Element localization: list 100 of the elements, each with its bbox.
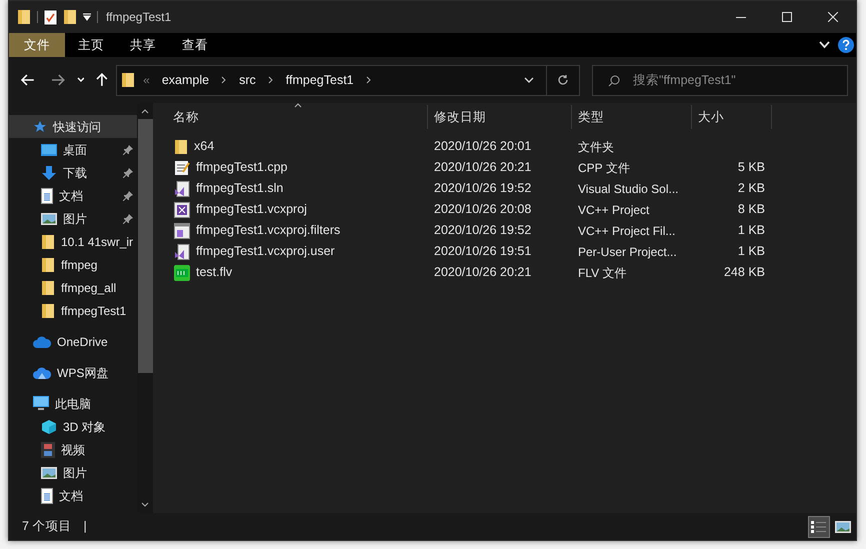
picture-icon xyxy=(41,212,57,224)
file-row[interactable]: ffmpegTest1.vcxproj.user 2020/10/26 19:51 Per-User Project... 1 KB xyxy=(156,241,856,262)
cube-icon xyxy=(41,418,57,434)
file-row[interactable]: ffmpegTest1.sln 2020/10/26 19:52 Visual Studio Sol... 2 KB xyxy=(156,178,856,199)
properties-icon[interactable] xyxy=(44,10,57,24)
breadcrumb[interactable]: example xyxy=(158,70,214,90)
nav-item[interactable]: 快速访问 xyxy=(9,115,137,138)
overflow-chevron[interactable]: « xyxy=(143,71,150,89)
user-file-icon xyxy=(174,244,190,260)
folder-icon xyxy=(41,302,55,318)
document-icon xyxy=(41,188,53,204)
nav-item[interactable]: 文档 xyxy=(9,484,137,507)
ribbon-tab[interactable]: 主页 xyxy=(65,33,117,57)
nav-label: 快速访问 xyxy=(53,118,102,136)
file-row[interactable]: x64 2020/10/26 20:01 文件夹 xyxy=(156,136,856,157)
nav-item[interactable]: 视频 xyxy=(9,438,137,461)
folder-icon xyxy=(17,9,31,25)
file-name: ffmpegTest1.vcxproj xyxy=(196,201,307,218)
file-row[interactable]: ffmpegTest1.cpp 2020/10/26 20:21 CPP 文件 5 KB xyxy=(156,157,856,178)
nav-item[interactable]: 图片 xyxy=(9,461,137,484)
nav-item[interactable]: 此电脑 xyxy=(9,392,137,415)
nav-label: 图片 xyxy=(63,464,88,482)
folder-icon xyxy=(121,72,136,88)
type-cell-text: Per-User Project... xyxy=(577,244,678,260)
size-cell-text: 248 KB xyxy=(724,264,765,282)
file-row[interactable]: ffmpegTest1.vcxproj.filters 2020/10/26 19:52 VC++ Project Fil... 1 KB xyxy=(156,220,856,241)
nav-label: 图片 xyxy=(63,210,88,228)
search-field[interactable]: 搜索"ffmpegTest1" xyxy=(592,64,848,96)
ribbon-tab[interactable]: 查看 xyxy=(169,33,221,57)
chevron-right-icon[interactable] xyxy=(221,76,228,84)
scroll-down-icon[interactable] xyxy=(141,502,149,507)
breadcrumb[interactable]: src xyxy=(235,70,260,90)
nav-label: 视频 xyxy=(61,442,86,458)
computer-icon xyxy=(33,396,49,411)
type-cell-text: CPP 文件 xyxy=(577,160,631,176)
nav-item[interactable]: WPS网盘 xyxy=(9,361,137,384)
scroll-thumb[interactable] xyxy=(138,119,152,373)
nav-item[interactable]: 文档 xyxy=(9,184,137,207)
nav-item[interactable]: 下载 xyxy=(9,161,137,184)
nav-label: 3D 对象 xyxy=(63,418,107,436)
film-icon xyxy=(41,442,55,458)
column-header[interactable]: 大小 xyxy=(692,105,772,129)
folder-icon xyxy=(41,234,55,250)
scroll-up-icon[interactable] xyxy=(141,109,149,114)
nav-item[interactable]: ffmpeg xyxy=(9,253,137,276)
nav-item[interactable]: OneDrive xyxy=(9,330,137,353)
star-icon xyxy=(33,120,47,134)
dropdown-icon[interactable] xyxy=(83,13,91,21)
chevron-right-icon[interactable] xyxy=(366,76,372,84)
folder-icon xyxy=(174,138,188,154)
nav-item[interactable]: 桌面 xyxy=(9,138,137,161)
help-icon[interactable] xyxy=(838,37,854,53)
file-name: test.flv xyxy=(196,264,232,282)
size-cell-text: 8 KB xyxy=(738,201,765,218)
ribbon-tab[interactable]: 共享 xyxy=(117,33,169,57)
item-count: 7 个项目 xyxy=(22,518,72,536)
size-cell-text: 5 KB xyxy=(738,159,765,176)
nav-item[interactable]: ffmpegTest1 xyxy=(9,299,137,322)
nav-label: WPS网盘 xyxy=(57,364,110,382)
type-cell-text: VC++ Project xyxy=(577,202,650,218)
address-bar[interactable]: « example src ffmpegTest1 xyxy=(116,64,580,96)
date-cell-text: 2020/10/26 20:01 xyxy=(433,138,532,156)
nav-item[interactable]: ffmpeg_all xyxy=(9,276,137,299)
column-header[interactable]: 名称 xyxy=(156,105,428,129)
nav-label: 文档 xyxy=(59,488,84,504)
nav-label: 桌面 xyxy=(63,142,88,158)
nav-label: OneDrive xyxy=(57,334,109,350)
monitor-icon xyxy=(41,144,57,156)
chevron-down-icon[interactable] xyxy=(819,41,830,49)
video-file-icon xyxy=(174,264,190,280)
date-cell-text: 2020/10/26 19:51 xyxy=(433,243,532,260)
size-cell-text: 1 KB xyxy=(738,243,765,260)
chevron-down-icon[interactable] xyxy=(524,77,534,83)
nav-label: 下载 xyxy=(63,164,88,182)
maximize-icon xyxy=(782,12,792,22)
back-arrow-icon[interactable] xyxy=(21,74,35,86)
file-name: ffmpegTest1.vcxproj.user xyxy=(196,243,335,260)
details-view-button[interactable] xyxy=(808,516,830,538)
type-cell-text: 文件夹 xyxy=(577,138,615,156)
date-cell-text: 2020/10/26 19:52 xyxy=(433,222,532,240)
large-icons-view-icon xyxy=(835,520,851,532)
ribbon-tab[interactable]: 文件 xyxy=(9,33,65,57)
column-header[interactable]: 修改日期 xyxy=(428,105,572,129)
window-title: ffmpegTest1 xyxy=(106,9,172,26)
file-row[interactable]: test.flv 2020/10/26 20:21 FLV 文件 248 KB xyxy=(156,262,856,283)
code-file-icon xyxy=(174,160,190,176)
cloud-icon xyxy=(33,336,51,348)
solution-file-icon xyxy=(174,180,190,196)
close-icon xyxy=(828,12,838,22)
breadcrumb[interactable]: ffmpegTest1 xyxy=(282,70,358,90)
nav-item[interactable]: 10.1 41swr_ir xyxy=(9,230,137,253)
nav-item[interactable]: 图片 xyxy=(9,207,137,230)
nav-item[interactable]: 3D 对象 xyxy=(9,415,137,438)
up-arrow-icon[interactable] xyxy=(96,73,108,87)
refresh-icon[interactable] xyxy=(557,74,569,86)
chevron-right-icon[interactable] xyxy=(268,76,274,84)
down-arrow-icon xyxy=(41,164,57,180)
forward-arrow-icon[interactable] xyxy=(50,74,64,86)
column-header[interactable]: 类型 xyxy=(572,105,692,129)
file-row[interactable]: ffmpegTest1.vcxproj 2020/10/26 20:08 VC++ Project 8 KB xyxy=(156,199,856,220)
